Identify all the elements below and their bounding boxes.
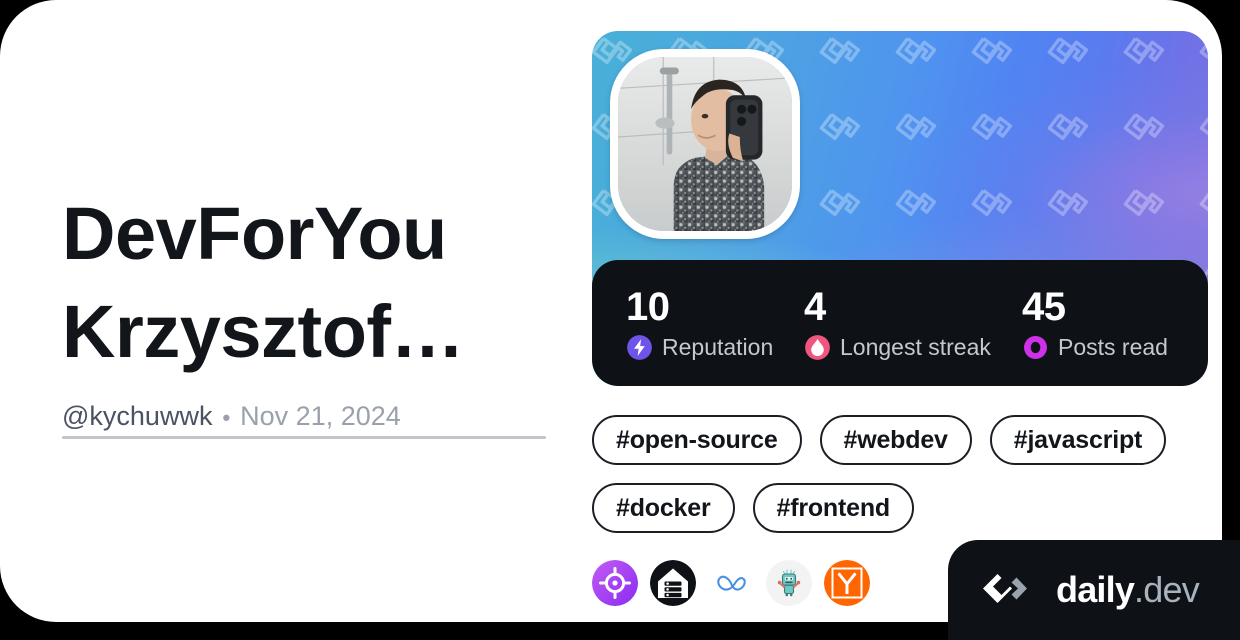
tag-pill[interactable]: #javascript xyxy=(989,415,1167,465)
avatar-image xyxy=(618,57,792,231)
brand-name-secondary: .dev xyxy=(1134,569,1200,610)
source-infinity-badge[interactable] xyxy=(708,560,754,606)
profile-handle: @kychuwwk xyxy=(62,401,213,431)
stat-longest-streak: 4 Longest streak xyxy=(804,285,1022,361)
tag-pill[interactable]: #webdev xyxy=(819,415,972,465)
stats-bar: 10 Reputation 4 Longest streak 45 Posts … xyxy=(592,260,1208,386)
stat-longest-streak-label-row: Longest streak xyxy=(804,333,1022,361)
source-server-home-badge[interactable] xyxy=(650,560,696,606)
screenshot-root: DevForYou Krzysztof… @kychuwwk • Nov 21,… xyxy=(0,0,1240,640)
daily-dev-brand-plate: daily.dev xyxy=(948,540,1240,640)
stat-posts-read-value: 45 xyxy=(1022,285,1066,329)
brand-name-primary: daily xyxy=(1056,569,1135,610)
brand-wordmark: daily.dev xyxy=(1056,569,1200,610)
stat-reputation-label: Reputation xyxy=(662,334,774,360)
source-robot-badge[interactable] xyxy=(766,560,812,606)
profile-join-date: Nov 21, 2024 xyxy=(240,401,401,431)
profile-card: DevForYou Krzysztof… @kychuwwk • Nov 21,… xyxy=(0,0,1240,640)
profile-meta-row: @kychuwwk • Nov 21, 2024 xyxy=(62,399,552,435)
reputation-bolt-icon xyxy=(627,334,652,360)
tag-pill[interactable]: #docker xyxy=(592,483,735,533)
stat-reputation: 10 Reputation xyxy=(626,285,804,361)
avatar[interactable] xyxy=(610,49,800,239)
tag-pill[interactable]: #open-source xyxy=(592,415,802,465)
stat-longest-streak-label: Longest streak xyxy=(840,334,991,360)
stat-posts-read-label-row: Posts read xyxy=(1022,333,1168,361)
source-target-badge[interactable] xyxy=(592,560,638,606)
source-ycombinator-badge[interactable] xyxy=(824,560,870,606)
daily-dev-logo xyxy=(983,574,1027,603)
tag-list: #open-source #webdev #javascript #docker #fr… xyxy=(592,415,1212,533)
stat-reputation-label-row: Reputation xyxy=(626,333,804,361)
stat-posts-read: 45 Posts read xyxy=(1022,285,1168,361)
source-badge-list xyxy=(592,560,870,606)
posts-read-ring-icon xyxy=(1024,335,1047,359)
stat-reputation-value: 10 xyxy=(626,285,670,329)
streak-flame-icon xyxy=(805,334,830,360)
cover-card: 10 Reputation 4 Longest streak 45 Posts … xyxy=(592,31,1208,386)
stat-longest-streak-value: 4 xyxy=(804,285,826,329)
tag-pill[interactable]: #frontend xyxy=(752,483,914,533)
page-title: DevForYou Krzysztof… xyxy=(62,192,465,373)
profile-media-block: 10 Reputation 4 Longest streak 45 Posts … xyxy=(592,31,1208,386)
stat-posts-read-label: Posts read xyxy=(1058,334,1168,360)
section-divider xyxy=(62,436,546,439)
profile-identity-block: DevForYou Krzysztof… @kychuwwk • Nov 21,… xyxy=(62,185,552,435)
meta-separator-dot: • xyxy=(222,405,231,430)
